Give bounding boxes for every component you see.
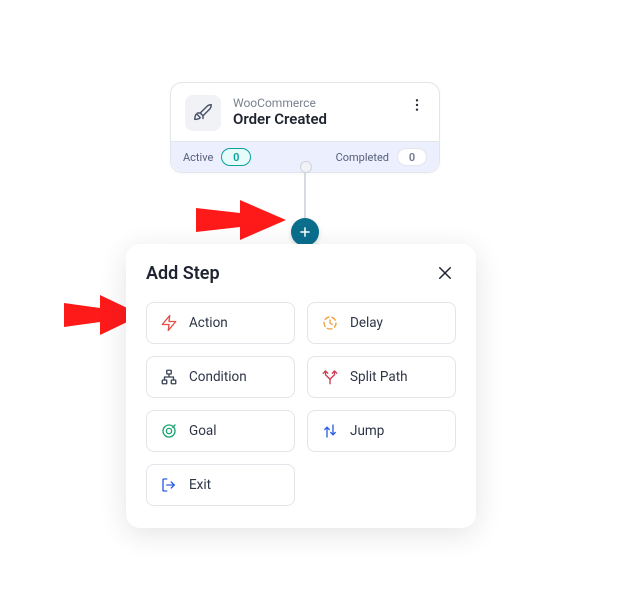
add-step-button[interactable] bbox=[291, 218, 319, 246]
trigger-subtitle: WooCommerce bbox=[233, 96, 327, 110]
stat-completed-pill: 0 bbox=[397, 148, 427, 166]
clock-icon bbox=[320, 313, 340, 333]
stat-completed-label: Completed bbox=[336, 151, 389, 164]
option-label: Condition bbox=[189, 369, 247, 385]
option-jump[interactable]: Jump bbox=[307, 410, 456, 452]
trigger-card[interactable]: WooCommerce Order Created Active 0 Compl… bbox=[170, 82, 440, 173]
option-exit[interactable]: Exit bbox=[146, 464, 295, 506]
option-label: Exit bbox=[189, 477, 211, 493]
option-action[interactable]: Action bbox=[146, 302, 295, 344]
close-button[interactable] bbox=[434, 262, 456, 284]
option-split-path[interactable]: Split Path bbox=[307, 356, 456, 398]
panel-head: Add Step bbox=[146, 262, 456, 284]
hierarchy-icon bbox=[159, 367, 179, 387]
option-label: Action bbox=[189, 315, 228, 331]
trigger-title: Order Created bbox=[233, 110, 327, 130]
stat-completed: Completed 0 bbox=[336, 148, 427, 166]
connector-line bbox=[304, 166, 306, 226]
panel-title: Add Step bbox=[146, 263, 220, 284]
swap-icon bbox=[320, 421, 340, 441]
exit-icon bbox=[159, 475, 179, 495]
option-label: Jump bbox=[350, 423, 384, 439]
option-delay[interactable]: Delay bbox=[307, 302, 456, 344]
option-condition[interactable]: Condition bbox=[146, 356, 295, 398]
option-goal[interactable]: Goal bbox=[146, 410, 295, 452]
trigger-head: WooCommerce Order Created bbox=[171, 83, 439, 141]
rocket-icon bbox=[185, 95, 221, 131]
bolt-icon bbox=[159, 313, 179, 333]
add-step-panel: Add Step Action Delay Condition bbox=[126, 244, 476, 528]
stat-active-label: Active bbox=[183, 151, 213, 164]
option-label: Goal bbox=[189, 423, 217, 439]
option-label: Split Path bbox=[350, 369, 408, 385]
annotation-arrow-plus bbox=[196, 200, 286, 240]
option-label: Delay bbox=[350, 315, 383, 331]
close-icon bbox=[436, 264, 454, 282]
target-icon bbox=[159, 421, 179, 441]
more-menu-button[interactable] bbox=[405, 93, 429, 117]
stat-active-pill: 0 bbox=[221, 148, 251, 166]
plus-icon bbox=[298, 225, 312, 239]
option-grid: Action Delay Condition Split Path Goal bbox=[146, 302, 456, 506]
trigger-labels: WooCommerce Order Created bbox=[233, 96, 327, 130]
split-icon bbox=[320, 367, 340, 387]
